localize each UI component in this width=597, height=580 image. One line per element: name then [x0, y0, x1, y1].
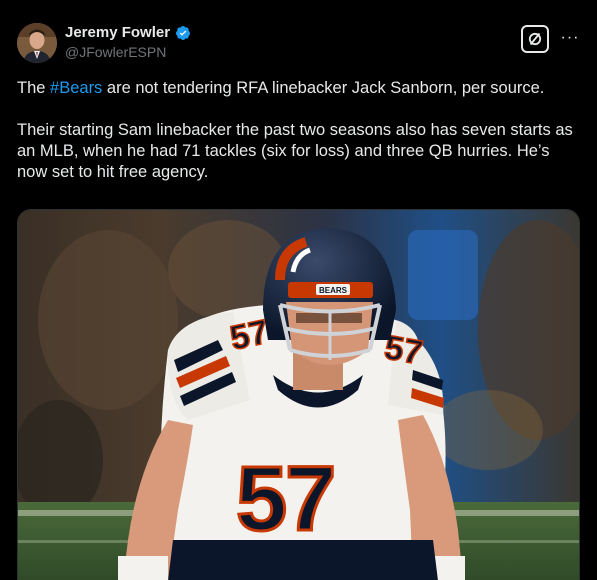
player-photo: 57 57 57 BEARS: [18, 210, 579, 580]
post-text-suffix: are not tendering RFA linebacker Jack Sa…: [102, 79, 545, 97]
avatar-photo-icon: [17, 23, 57, 63]
grok-button[interactable]: [521, 25, 549, 53]
post-text: The #Bears are not tendering RFA linebac…: [17, 78, 583, 183]
post-text-paragraph-2: Their starting Sam linebacker the past t…: [17, 121, 573, 181]
author-info: Jeremy Fowler @JFowlerESPN: [65, 24, 191, 61]
post-text-prefix: The: [17, 79, 51, 97]
author-handle[interactable]: @JFowlerESPN: [65, 43, 191, 61]
author-name-row: Jeremy Fowler: [65, 24, 191, 42]
more-icon: ···: [560, 29, 580, 46]
author-display-name[interactable]: Jeremy Fowler: [65, 24, 170, 42]
hashtag-link[interactable]: #Bears: [50, 79, 102, 97]
post-media-image[interactable]: 57 57 57 BEARS: [17, 209, 580, 580]
grok-icon: [528, 32, 542, 46]
author-avatar[interactable]: [17, 23, 57, 63]
more-options-button[interactable]: ···: [560, 28, 580, 48]
jersey-chest-number: 57: [236, 448, 334, 550]
post-text-paragraph-1: The #Bears are not tendering RFA linebac…: [17, 78, 583, 99]
helmet-text: BEARS: [319, 286, 348, 295]
verified-badge-icon: [176, 26, 191, 40]
post: Jeremy Fowler @JFowlerESPN ··· The #Bear…: [0, 0, 597, 580]
